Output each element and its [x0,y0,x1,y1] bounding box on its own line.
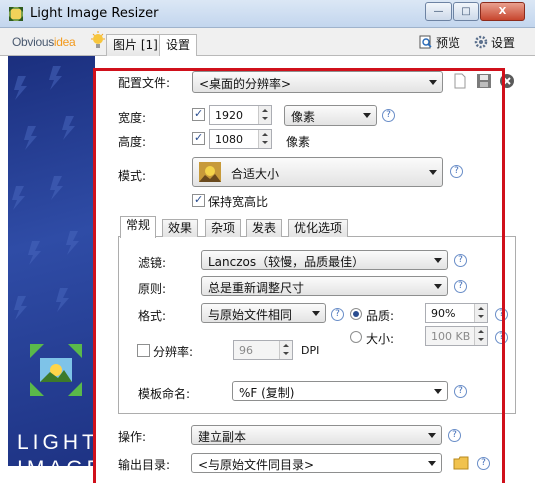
save-profile-icon[interactable] [476,73,492,89]
height-checkbox[interactable] [192,131,205,145]
title-bar: Light Image Resizer — □ X [0,0,535,28]
output-select[interactable]: <与原始文件同目录> [191,453,442,473]
width-label: 宽度: [118,111,147,125]
help-icon[interactable]: ? [450,165,463,178]
help-icon[interactable]: ? [454,254,467,267]
window-title: Light Image Resizer [30,6,159,21]
help-icon[interactable]: ? [448,429,461,442]
maximize-button[interactable]: □ [453,2,479,21]
height-stepper[interactable] [258,130,271,148]
quality-radio[interactable] [350,308,362,320]
tab-settings[interactable]: 设置 [159,34,198,58]
template-input[interactable]: %F (复制) [232,381,448,401]
resolution-label: 分辨率: [153,345,194,359]
unit-select[interactable]: 像素 [284,105,377,126]
help-icon[interactable]: ? [477,457,490,470]
lightbulb-icon [91,31,105,48]
new-profile-icon[interactable] [452,73,468,89]
gear-icon [474,35,488,49]
filter-label: 滤镜: [138,256,167,270]
preview-button[interactable]: 预览 [419,34,460,52]
size-label: 大小: [366,332,395,346]
tab-effects[interactable]: 效果 [162,219,199,237]
width-stepper[interactable] [258,106,271,124]
output-label: 输出目录: [118,458,171,472]
help-icon[interactable]: ? [382,109,395,122]
height-input[interactable]: 1080 [209,129,272,149]
preview-label: 预览 [436,36,461,50]
tab-publish[interactable]: 发表 [246,219,283,237]
template-label: 模板命名: [138,387,191,401]
folder-icon[interactable] [453,455,469,471]
width-checkbox[interactable] [192,107,205,121]
brand-text: LIGHT IMAGE [17,431,95,466]
rule-select[interactable]: 总是重新调整尺寸 [201,276,448,296]
format-select[interactable]: 与原始文件相同 [201,303,326,323]
action-select[interactable]: 建立副本 [191,425,442,445]
size-stepper[interactable] [474,327,487,345]
filter-select[interactable]: Lanczos（较慢，品质最佳） [201,250,448,270]
action-label: 操作: [118,430,147,444]
app-icon [9,7,23,21]
magnifier-icon [419,35,432,49]
resolution-input[interactable]: 96 [233,340,293,360]
brand-sidebar: LIGHT IMAGE [8,56,95,466]
settings-label: 设置 [491,36,516,50]
mode-select[interactable]: 合适大小 [192,157,443,187]
mode-thumbnail-icon [199,162,221,182]
format-label: 格式: [138,309,167,323]
width-input[interactable]: 1920 [209,105,272,125]
quality-input[interactable]: 90% [425,303,488,323]
keep-ratio-label: 保持宽高比 [208,195,269,209]
profile-label: 配置文件: [118,76,171,90]
help-icon[interactable]: ? [454,280,467,293]
tab-images[interactable]: 图片 [1] [106,34,165,57]
resize-emblem-icon [30,344,82,396]
close-button[interactable]: X [480,2,525,21]
height-label: 高度: [118,135,147,149]
tab-optimize[interactable]: 优化选项 [288,219,349,237]
resolution-unit: DPI [301,344,320,357]
main-tab-strip: Obviousidea 图片 [1] 设置 预览 设置 [0,28,535,58]
profile-select[interactable]: <桌面的分辨率> [192,71,443,93]
resolution-checkbox[interactable] [137,344,150,357]
resolution-stepper[interactable] [279,341,292,359]
size-radio[interactable] [350,331,362,343]
height-unit: 像素 [286,135,311,149]
tab-misc[interactable]: 杂项 [205,219,242,237]
settings-button[interactable]: 设置 [474,34,515,52]
obviousidea-logo: Obviousidea [12,35,76,49]
keep-ratio-checkbox[interactable] [192,193,205,207]
quality-stepper[interactable] [474,304,487,322]
help-icon[interactable]: ? [331,308,344,321]
quality-label: 品质: [366,309,395,323]
help-icon[interactable]: ? [495,331,508,344]
mode-label: 模式: [118,169,147,183]
delete-profile-icon[interactable] [499,73,515,89]
bolt-pattern [12,66,79,320]
tab-general[interactable]: 常规 [120,216,157,238]
help-icon[interactable]: ? [495,308,508,321]
rule-label: 原则: [138,282,167,296]
help-icon[interactable]: ? [454,385,467,398]
size-input[interactable]: 100 KB [425,326,488,346]
minimize-button[interactable]: — [425,2,452,21]
